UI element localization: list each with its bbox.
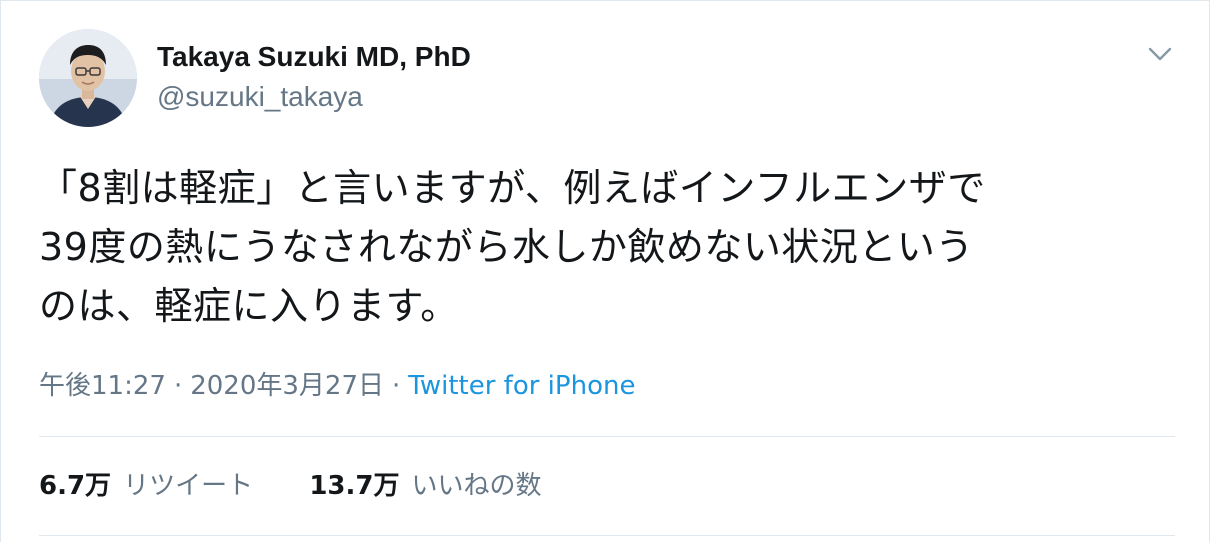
retweet-count-link[interactable]: 6.7万 リツイート <box>39 467 253 505</box>
tweet-text: 「8割は軽症」と言いますが、例えばインフルエンザで 39度の熱にうなされながら水… <box>39 159 1179 336</box>
tweet-text-line: 「8割は軽症」と言いますが、例えばインフルエンザで <box>39 166 986 210</box>
retweet-count: 6.7万 <box>39 471 112 501</box>
separator-dot: · <box>392 371 401 401</box>
separator-dot: · <box>173 371 183 401</box>
tweet-date[interactable]: 2020年3月27日 <box>190 371 384 401</box>
like-count: 13.7万 <box>309 471 400 501</box>
tweet-card: Takaya Suzuki MD, PhD @suzuki_takaya 「8割… <box>0 0 1210 542</box>
author-display-name[interactable]: Takaya Suzuki MD, PhD <box>157 39 471 75</box>
tweet-menu-button[interactable] <box>1143 41 1177 67</box>
divider <box>39 436 1175 437</box>
avatar-photo-icon <box>39 29 137 127</box>
tweet-source-link[interactable]: Twitter for iPhone <box>408 371 635 401</box>
like-count-link[interactable]: 13.7万 いいねの数 <box>309 467 541 505</box>
tweet-text-line: のは、軽症に入ります。 <box>39 284 459 328</box>
tweet-stats: 6.7万 リツイート 13.7万 いいねの数 <box>39 467 590 505</box>
tweet-metadata: 午後11:27 · 2020年3月27日 · Twitter for iPhone <box>39 367 635 405</box>
tweet-time[interactable]: 午後11:27 <box>39 371 166 401</box>
retweet-label: リツイート <box>123 471 254 501</box>
like-label: いいねの数 <box>411 471 542 501</box>
chevron-down-icon <box>1148 47 1172 61</box>
author-handle[interactable]: @suzuki_takaya <box>157 79 363 115</box>
divider <box>39 535 1175 536</box>
tweet-text-line: 39度の熱にうなされながら水しか飲めない状況という <box>39 225 974 269</box>
avatar[interactable] <box>39 29 137 127</box>
